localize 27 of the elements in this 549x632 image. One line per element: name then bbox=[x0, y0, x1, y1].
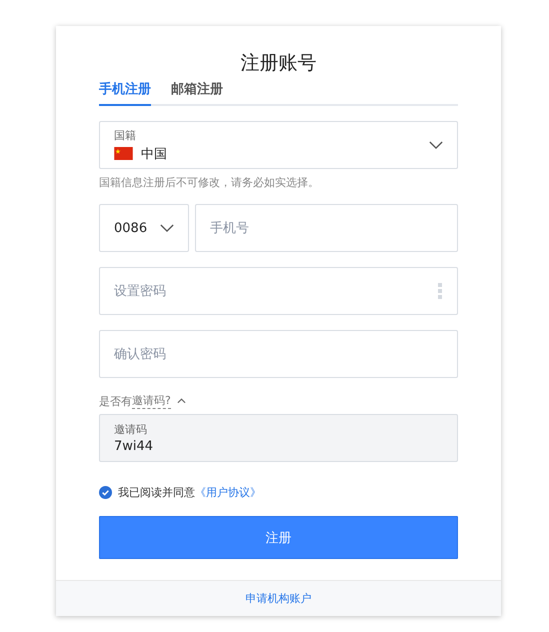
tab[interactable]: 邮箱注册 bbox=[171, 80, 223, 106]
page-title: 注册账号 bbox=[240, 51, 318, 76]
field-value: 中国 bbox=[141, 146, 167, 162]
chevron-down-icon bbox=[160, 224, 174, 232]
flag-icon bbox=[114, 147, 133, 160]
phone-input[interactable]: 手机号 bbox=[195, 204, 458, 252]
chevron-down-icon bbox=[429, 140, 443, 150]
caret-icon[interactable] bbox=[176, 398, 186, 404]
invite-question: 是否有 bbox=[99, 394, 132, 408]
invite-code-input[interactable]: 邀请码 7wi44 bbox=[99, 414, 458, 462]
confirm-password-input[interactable]: 确认密码 bbox=[99, 330, 458, 378]
nationality-select[interactable]: 国籍 中国 bbox=[99, 121, 458, 169]
invite-link[interactable]: 邀请码? bbox=[132, 393, 171, 409]
field-label: 邀请码 bbox=[114, 422, 148, 437]
more-icon bbox=[438, 283, 442, 299]
field-label: 国籍 bbox=[114, 128, 137, 142]
agreement-link[interactable]: 《用户协议》 bbox=[195, 485, 261, 500]
agreement-text: 我已阅读并同意 bbox=[118, 485, 195, 500]
register-button[interactable]: 注册 bbox=[99, 516, 458, 559]
org-account-link[interactable]: 申请机构账户 bbox=[246, 591, 312, 606]
checkbox[interactable] bbox=[99, 486, 112, 499]
country-code-select[interactable]: 0086 bbox=[99, 204, 189, 252]
hint-text: 国籍信息注册后不可修改，请务必如实选择。 bbox=[99, 175, 320, 190]
tab[interactable]: 手机注册 bbox=[99, 80, 151, 106]
password-input[interactable]: 设置密码 bbox=[99, 267, 458, 315]
field-value: 7wi44 bbox=[114, 439, 154, 454]
field-value: 0086 bbox=[114, 220, 148, 236]
